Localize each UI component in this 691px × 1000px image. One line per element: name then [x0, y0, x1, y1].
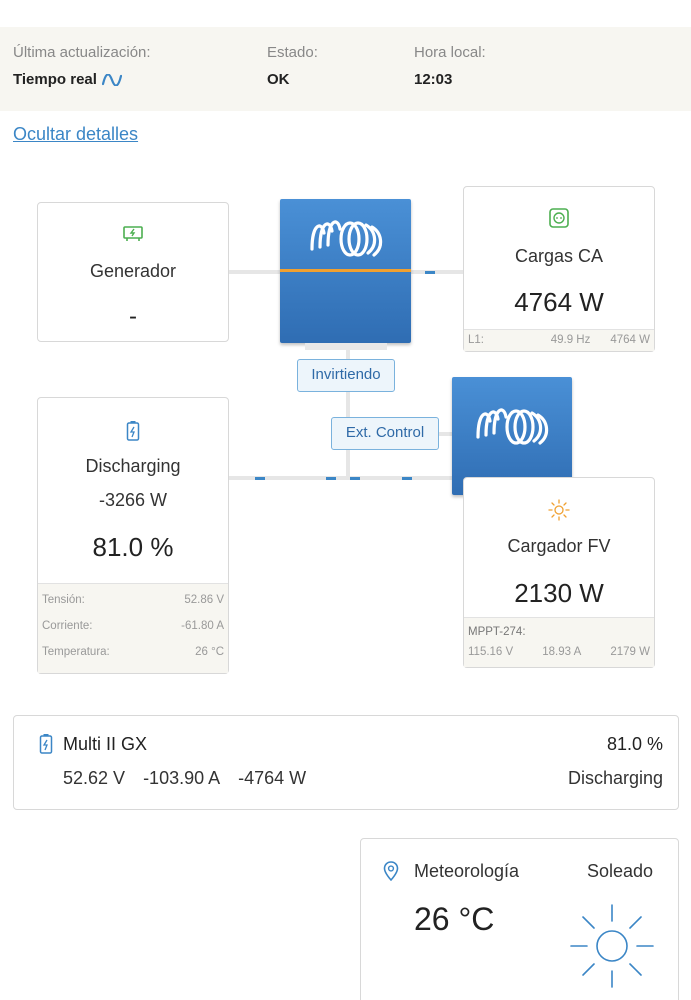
- battery-box[interactable]: Discharging -3266 W 81.0 % Tensión: 52.8…: [37, 397, 229, 674]
- ac-loads-value: 4764 W: [514, 287, 604, 317]
- device-state: Discharging: [567, 768, 663, 788]
- ac-loads-footer: L1: 49.9 Hz 4764 W: [464, 329, 654, 351]
- last-update-value: Tiempo real: [13, 71, 97, 88]
- ac-loads-title: Cargas CA: [514, 246, 604, 266]
- weather-condition: Soleado: [586, 861, 653, 881]
- state-label: Estado:: [267, 44, 318, 61]
- mppt-current: 18.93 A: [542, 646, 582, 658]
- inverter-tile[interactable]: [280, 199, 411, 343]
- sunny-icon: [570, 904, 654, 988]
- mppt-label: MPPT-274:: [468, 626, 526, 638]
- last-update: Última actualización: Tiempo real: [13, 44, 151, 88]
- weather-temperature: 26 °C: [414, 901, 495, 937]
- battery-current-row: Corriente: -61.80 A: [38, 613, 228, 639]
- battery-current-label: Corriente:: [42, 620, 93, 632]
- ac-phase-label: L1:: [468, 334, 484, 346]
- pv-charger-title: Cargador FV: [507, 536, 611, 556]
- mppt-power: 2179 W: [610, 646, 650, 658]
- generator-value: -: [129, 303, 137, 330]
- inverter-shadow: [305, 343, 387, 350]
- battery-voltage-row: Tensión: 52.86 V: [38, 587, 228, 613]
- status-bar: Última actualización: Tiempo real Estado…: [0, 27, 691, 111]
- flow-dash: [425, 271, 435, 274]
- victron-logo-icon: [310, 220, 383, 257]
- state-value: OK: [267, 71, 290, 88]
- device-voltage: 52.62 V: [63, 768, 126, 788]
- ext-control-tag: Ext. Control: [331, 417, 439, 450]
- realtime-wave-icon: [101, 73, 122, 86]
- battery-state: Discharging: [85, 456, 181, 476]
- generator-icon: [123, 226, 143, 241]
- battery-icon: [39, 734, 53, 754]
- battery-soc: 81.0 %: [92, 532, 174, 562]
- device-power: -4764 W: [238, 768, 307, 788]
- ac-frequency: 49.9 Hz: [550, 334, 591, 346]
- battery-voltage-value: 52.86 V: [184, 594, 224, 606]
- battery-icon: [126, 421, 140, 441]
- location-pin-icon: [383, 861, 399, 881]
- socket-icon: [549, 208, 569, 228]
- local-time-value: 12:03: [414, 71, 453, 88]
- pv-charger-box[interactable]: Cargador FV 2130 W MPPT-274: 115.16 V 18…: [463, 477, 655, 668]
- pv-charger-footer: MPPT-274: 115.16 V 18.93 A 2179 W: [464, 617, 654, 667]
- battery-footer: Tensión: 52.86 V Corriente: -61.80 A Tem…: [38, 583, 228, 673]
- pv-charger-value: 2130 W: [514, 578, 604, 608]
- battery-current-value: -61.80 A: [181, 620, 224, 632]
- device-current: -103.90 A: [143, 768, 221, 788]
- battery-voltage-label: Tensión:: [42, 594, 85, 606]
- battery-temperature-row: Temperatura: 26 °C: [38, 639, 228, 665]
- ac-loads-box[interactable]: Cargas CA 4764 W L1: 49.9 Hz 4764 W: [463, 186, 655, 352]
- weather-card[interactable]: Meteorología Soleado 26 °C: [360, 838, 679, 1000]
- flow-dash: [402, 477, 412, 480]
- flow-dash: [326, 477, 336, 480]
- mppt-voltage: 115.16 V: [468, 646, 514, 658]
- last-update-label: Última actualización:: [13, 44, 151, 61]
- victron-logo-icon: [476, 408, 549, 445]
- device-card[interactable]: Multi II GX 81.0 % 52.62 V -103.90 A -47…: [13, 715, 679, 810]
- generator-box[interactable]: Generador -: [37, 202, 229, 342]
- state: Estado: OK: [267, 44, 318, 88]
- inverter-state-tag: Invirtiendo: [297, 359, 395, 392]
- sun-icon: [548, 499, 570, 521]
- battery-temperature-label: Temperatura:: [42, 646, 110, 658]
- local-time: Hora local: 12:03: [414, 44, 486, 88]
- generator-title: Generador: [89, 261, 177, 281]
- battery-temperature-value: 26 °C: [195, 646, 224, 658]
- inverter-ac-line: [280, 269, 411, 272]
- battery-power: -3266 W: [98, 490, 168, 510]
- local-time-label: Hora local:: [414, 44, 486, 61]
- device-soc: 81.0 %: [606, 734, 663, 754]
- device-metrics: 52.62 V -103.90 A -4764 W: [63, 768, 306, 789]
- hide-details-link[interactable]: Ocultar detalles: [13, 124, 138, 145]
- flow-dash: [350, 477, 360, 480]
- flow-dash: [255, 477, 265, 480]
- ac-phase-power: 4764 W: [610, 334, 650, 346]
- weather-title: Meteorología: [414, 861, 520, 881]
- device-name: Multi II GX: [63, 734, 148, 754]
